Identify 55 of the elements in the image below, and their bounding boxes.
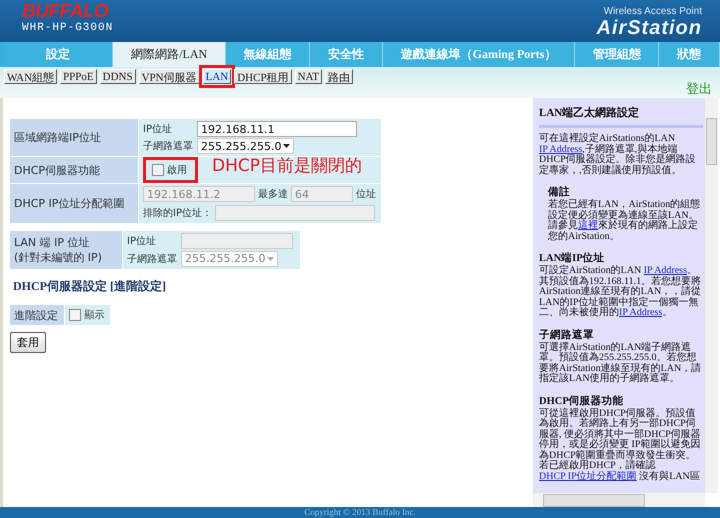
checkbox-label: 顯示 <box>84 308 104 322</box>
field-label: 最多達 <box>258 188 288 201</box>
help-link[interactable]: DHCP IP位址分配範圍 <box>539 470 637 482</box>
help-title: LAN端乙太網路設定 <box>539 106 640 120</box>
main-tab[interactable]: 網際網路/LAN <box>113 42 226 67</box>
subnet-dropdown[interactable]: 255.255.255.0 <box>197 138 294 154</box>
sub-tab[interactable]: WAN組態 <box>4 69 58 84</box>
help-link[interactable]: IP Address <box>539 144 582 154</box>
row-label: 區域網路端IP位址 <box>10 119 138 156</box>
section-heading: DHCP伺服器設定 [進階設定] <box>13 278 167 295</box>
product-line: Wireless Access Point <box>604 6 702 18</box>
help-paragraph: 可設定AirStation的LAN IP Address。其預設值為192.168.11.1。若您想要將AirStation連線至現有的LAN，，請從LAN的IP位址範圍中指定一個獨一無二、尚未被使用的IP Address。 <box>539 266 702 318</box>
sub-tab[interactable]: VPN伺服器 <box>138 69 200 84</box>
help-paragraph: 可在這裡設定AirStations的LAN IP Address,子網路遮罩,與本地端DHCP伺服器設定。除非您是網路設定專家，,否則建議使用預設值。 <box>539 134 697 176</box>
checkbox-label: 啟用 <box>167 164 187 177</box>
help-heading: 子網路遮罩 <box>539 328 595 342</box>
sub-tab[interactable]: DHCP租用 <box>234 69 292 84</box>
brand-logo: BUFFALO <box>22 3 110 21</box>
field-label: IP位址 <box>127 234 157 248</box>
field-label: 位址 <box>356 188 376 201</box>
apply-button[interactable]: 套用 <box>10 332 46 353</box>
row-label: LAN 端 IP 位址 <box>14 235 90 250</box>
annotation-text: DHCP目前是關閉的 <box>212 155 362 177</box>
copyright-text: Copyright © 2013 Buffalo Inc. <box>304 507 416 518</box>
sub-tab[interactable]: PPPoE <box>60 69 97 84</box>
help-link[interactable]: IP Address <box>619 307 662 318</box>
help-link[interactable]: IP Address <box>644 265 687 276</box>
sub-tab[interactable]: DDNS <box>100 69 136 84</box>
product-logo: AirStation <box>596 18 702 38</box>
help-paragraph: 可選擇AirStation的LAN端子網路遮罩。預設值為255.255.255.0。若您想要將AirStation連線至現有的LAN，請指定該LAN使用的子網路遮罩。 <box>539 342 702 384</box>
note-heading: 備註 <box>548 185 571 198</box>
field-label: 子網路遮罩 <box>143 140 193 153</box>
help-heading: DHCP伺服器功能 <box>539 394 625 408</box>
ip-field[interactable]: 192.168.11.1 <box>197 121 357 137</box>
row-label: (針對未編號的 IP) <box>14 250 102 265</box>
row-label: DHCP伺服器功能 <box>10 157 138 183</box>
dropdown-arrow-icon <box>283 144 290 148</box>
help-heading: LAN端IP位址 <box>539 251 606 264</box>
model-name: WHR-HP-G300N <box>22 21 114 35</box>
field-label: 子網路遮罩 <box>127 252 177 266</box>
sub-tab[interactable]: NAT <box>294 69 322 84</box>
help-paragraph: 若您已經有LAN，AirStation的組態設定便必須變更為連線至該LAN。請參見這裡來於現有的網路上設定您的AirStation。 <box>548 200 702 242</box>
dropdown-arrow-icon <box>267 256 274 261</box>
exclude-field[interactable] <box>214 205 375 221</box>
checkbox[interactable] <box>68 309 80 321</box>
row-label: DHCP IP位址分配範圍 <box>10 184 138 223</box>
row-label: 進階設定 <box>10 305 64 325</box>
checkbox[interactable] <box>152 164 164 176</box>
field-label: IP位址 <box>143 122 173 136</box>
horizontal-scrollbar[interactable] <box>533 493 705 507</box>
field-label: 排除的IP位址： <box>143 206 212 220</box>
help-link[interactable]: 這裡 <box>578 220 598 231</box>
sub-tab[interactable]: 路由 <box>324 69 353 84</box>
help-paragraph: 可從這裡啟用DHCP伺服器。預設值為啟用。若網路上有另一部DHCP伺服器, 便必須將其中一部DHCP伺服器停用，或是必須變更 IP範圍以避免因為DHCP範圍重疊而導致發生衝突。若已經啟用DHCP，請確認 DHCP IP位址分配範圍 沒有與LAN區 <box>539 408 702 482</box>
vertical-scrollbar[interactable] <box>705 98 718 493</box>
